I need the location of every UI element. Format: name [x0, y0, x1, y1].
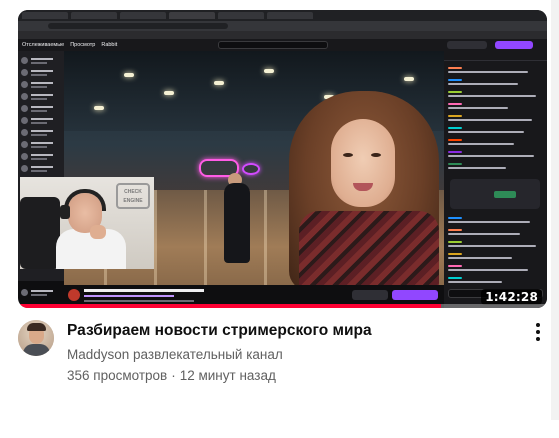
channel-avatar[interactable] [18, 320, 54, 356]
twitch-chat-panel [444, 51, 547, 308]
publish-time: 12 минут назад [179, 368, 276, 383]
view-count: 356 просмотров [67, 368, 168, 383]
twitch-search-box [218, 41, 328, 49]
video-stats: 356 просмотров · 12 минут назад [67, 367, 276, 385]
watch-progress-fill [18, 304, 442, 308]
video-card[interactable]: Отслеживаемые Просмотр Rabbit CHECK ENGI… [0, 0, 559, 438]
video-title[interactable]: Разбираем новости стримерского мира [67, 321, 507, 341]
channel-name[interactable]: Maddyson развлекательный канал [67, 346, 283, 364]
page-scrollbar-track [551, 0, 559, 420]
streamer-webcam-overlay: CHECK ENGINE [20, 177, 154, 269]
twitch-header: Отслеживаемые Просмотр Rabbit [18, 39, 547, 51]
twitch-nav-rabbit: Rabbit [101, 42, 118, 48]
more-vert-icon[interactable] [530, 322, 546, 342]
browser-bookmarks-bar [18, 31, 547, 39]
stats-separator: · [171, 368, 176, 383]
twitch-nav-browse: Просмотр [70, 42, 96, 48]
cam-wall-sign: CHECK ENGINE [116, 183, 150, 209]
browser-tab-bar [18, 10, 547, 21]
twitch-header-button [447, 41, 487, 49]
twitch-header-purple-button [495, 41, 533, 49]
watch-progress-bar [18, 304, 547, 308]
video-thumbnail[interactable]: Отслеживаемые Просмотр Rabbit CHECK ENGI… [18, 10, 547, 308]
browser-address-bar [18, 21, 547, 31]
streamer-guest-figure [289, 91, 444, 285]
twitch-nav-following: Отслеживаемые [22, 42, 65, 48]
video-duration-badge: 1:42:28 [481, 289, 542, 305]
